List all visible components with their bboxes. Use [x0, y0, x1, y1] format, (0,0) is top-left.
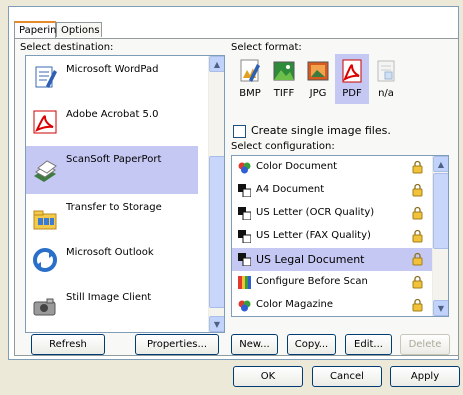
color-doc-icon	[238, 162, 251, 174]
scroll-down-icon[interactable]: ▼	[209, 316, 224, 332]
lock-icon	[412, 252, 423, 266]
storage-folder-icon	[33, 210, 57, 230]
pdf-icon	[342, 59, 362, 83]
format-pdf-label: PDF	[342, 88, 362, 99]
config-item-a4-document[interactable]: A4 Document	[232, 179, 432, 202]
single-image-checkbox[interactable]	[233, 125, 246, 138]
format-bmp-label: BMP	[239, 88, 261, 99]
refresh-button[interactable]: Refresh	[31, 334, 105, 355]
bw-doc-icon	[238, 230, 251, 243]
copy-button[interactable]: Copy...	[287, 334, 336, 355]
properties-button[interactable]: Properties...	[135, 334, 219, 355]
format-label: Select format:	[231, 42, 302, 53]
lock-icon	[412, 298, 423, 312]
edit-button[interactable]: Edit...	[345, 334, 392, 355]
config-item-us-letter-ocr[interactable]: US Letter (OCR Quality)	[232, 202, 432, 225]
lock-icon	[412, 206, 423, 220]
configuration-scrollbar[interactable]: ▲ ▼	[432, 156, 448, 316]
format-pdf[interactable]: PDF	[335, 54, 369, 104]
format-bmp[interactable]: BMP	[233, 54, 267, 104]
destination-item-acrobat[interactable]: Adobe Acrobat 5.0	[26, 101, 198, 146]
configuration-scroll-thumb[interactable]	[433, 173, 448, 249]
format-na[interactable]: n/a	[369, 54, 403, 104]
paperport-icon	[34, 160, 57, 182]
scroll-up-icon[interactable]: ▲	[209, 56, 224, 72]
config-item-color-magazine[interactable]: Color Magazine	[232, 294, 432, 316]
bw-doc-icon	[238, 207, 251, 220]
destination-label: Select destination:	[20, 42, 114, 53]
jpg-icon	[307, 61, 329, 81]
destination-label-paperport: ScanSoft PaperPort	[66, 154, 162, 165]
lock-icon	[412, 183, 423, 197]
apply-button[interactable]: Apply	[390, 366, 460, 387]
destination-label-acrobat: Adobe Acrobat 5.0	[66, 109, 159, 120]
configuration-list[interactable]: Color Document A4 Document US Letter (OC…	[231, 155, 449, 317]
config-label-color-magazine: Color Magazine	[256, 299, 334, 310]
config-label-us-letter-fax: US Letter (FAX Quality)	[256, 230, 371, 241]
config-item-us-legal[interactable]: US Legal Document	[232, 248, 432, 271]
single-image-label: Create single image files.	[251, 124, 391, 137]
format-jpg-label: JPG	[309, 88, 327, 99]
destination-label-outlook: Microsoft Outlook	[66, 247, 154, 258]
destination-label-storage: Transfer to Storage	[66, 202, 162, 213]
format-tiff[interactable]: TIFF	[267, 54, 301, 104]
ok-button[interactable]: OK	[233, 366, 303, 387]
scroll-down-icon[interactable]: ▼	[433, 300, 448, 316]
bmp-icon	[240, 59, 260, 82]
config-label-configure-before-scan: Configure Before Scan	[256, 276, 368, 287]
color-doc-icon	[238, 300, 251, 312]
delete-button[interactable]: Delete	[400, 334, 450, 355]
lock-icon	[412, 160, 423, 174]
tab-options-label: Options	[61, 25, 100, 36]
destination-item-storage[interactable]: Transfer to Storage	[26, 194, 198, 239]
scroll-up-icon[interactable]: ▲	[433, 156, 448, 172]
config-label-us-legal: US Legal Document	[256, 253, 365, 266]
destination-list[interactable]: Microsoft WordPad Adobe Acrobat 5.0 Scan…	[25, 55, 225, 333]
format-na-label: n/a	[378, 88, 394, 99]
config-item-color-document[interactable]: Color Document	[232, 156, 432, 179]
tab-options[interactable]: Options	[56, 22, 102, 37]
destination-label-still-image: Still Image Client	[66, 292, 152, 303]
config-item-us-letter-fax[interactable]: US Letter (FAX Quality)	[232, 225, 432, 248]
cancel-button[interactable]: Cancel	[312, 366, 382, 387]
config-label-a4-document: A4 Document	[256, 184, 325, 195]
lock-icon	[412, 229, 423, 243]
bw-doc-icon	[238, 184, 251, 197]
paperin-panel: Select destination: Microsoft WordPad Ad…	[14, 38, 459, 356]
bw-doc-icon	[238, 253, 251, 266]
outlook-icon	[33, 248, 57, 272]
destination-item-paperport[interactable]: ScanSoft PaperPort	[26, 146, 198, 194]
format-jpg[interactable]: JPG	[301, 54, 335, 104]
config-item-configure-before-scan[interactable]: Configure Before Scan	[232, 271, 432, 294]
new-button[interactable]: New...	[231, 334, 278, 355]
config-label-us-letter-ocr: US Letter (OCR Quality)	[256, 207, 375, 218]
destination-item-still-image[interactable]: Still Image Client	[26, 284, 198, 329]
format-tiff-label: TIFF	[273, 88, 295, 99]
tab-paperin[interactable]: Paperin	[14, 21, 56, 38]
destination-item-outlook[interactable]: Microsoft Outlook	[26, 239, 198, 284]
destination-item-wordpad[interactable]: Microsoft WordPad	[26, 56, 198, 101]
lock-icon	[412, 275, 423, 289]
wordpad-icon	[35, 66, 57, 88]
tab-paperin-label: Paperin	[19, 25, 57, 36]
configure-icon	[238, 276, 251, 289]
acrobat-icon	[33, 110, 57, 134]
tiff-icon	[273, 61, 295, 81]
destination-scroll-thumb[interactable]	[209, 156, 224, 308]
configuration-label: Select configuration:	[231, 141, 335, 152]
destination-scrollbar[interactable]: ▲ ▼	[208, 56, 224, 332]
destination-label-wordpad: Microsoft WordPad	[66, 64, 159, 75]
na-icon	[377, 60, 395, 82]
camera-icon	[33, 298, 56, 316]
config-label-color-document: Color Document	[256, 161, 338, 172]
